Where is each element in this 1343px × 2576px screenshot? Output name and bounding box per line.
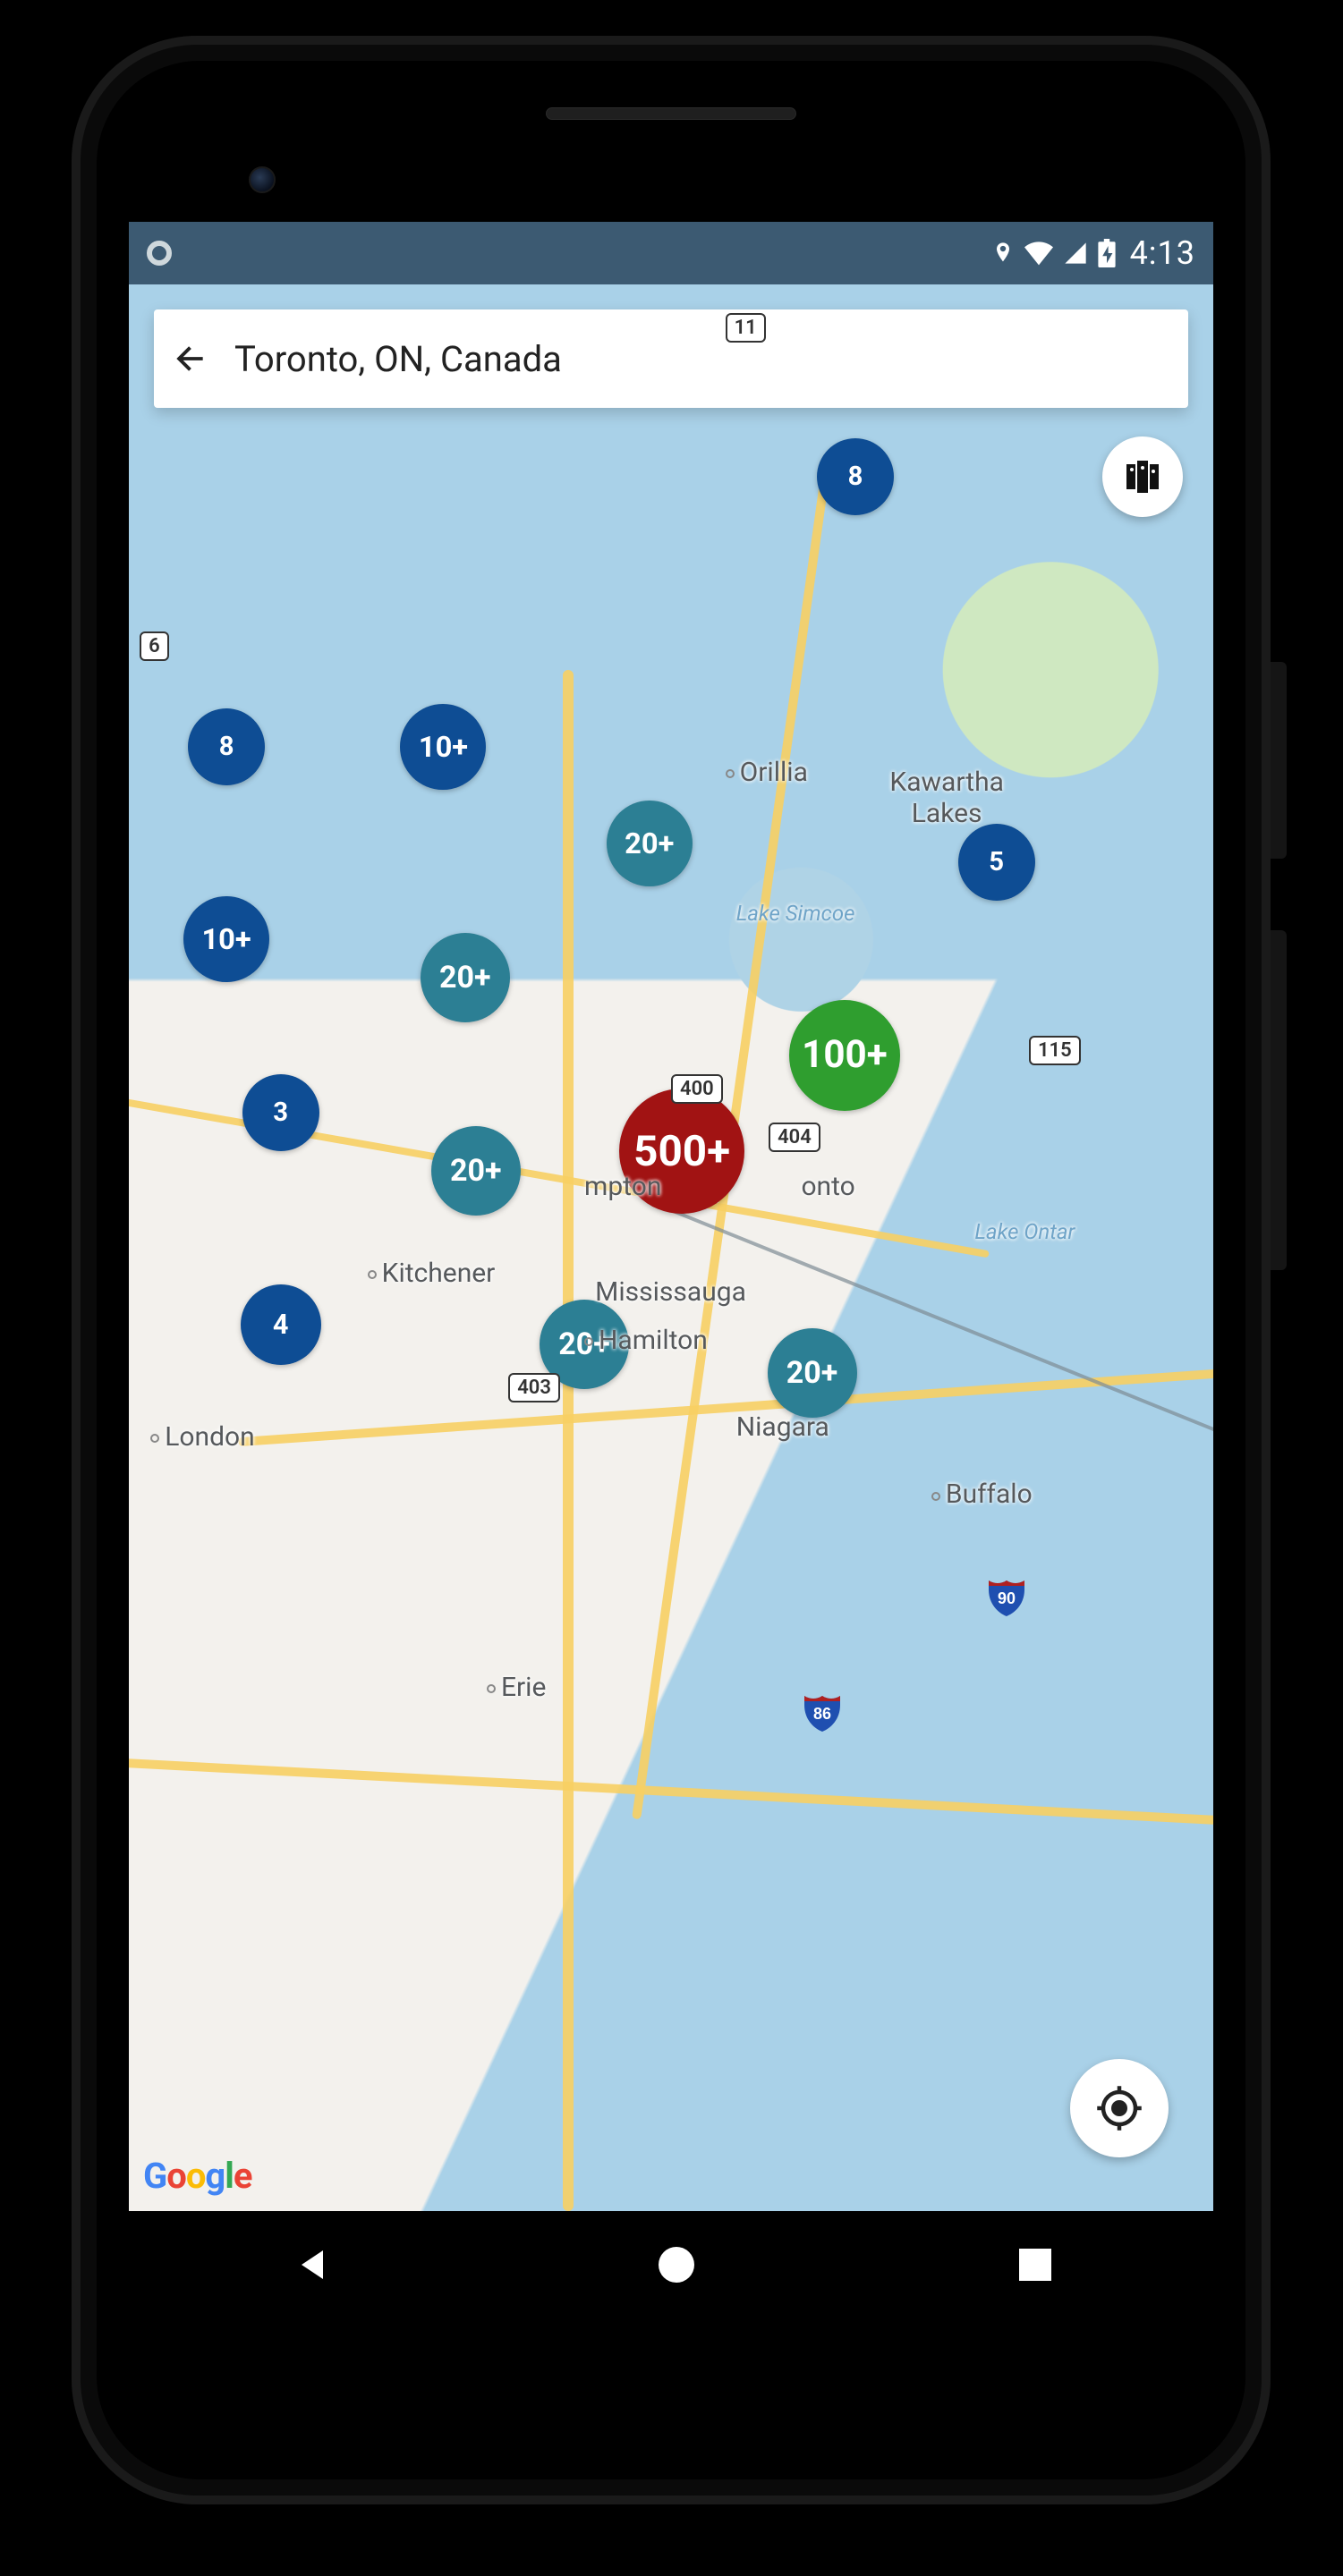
cluster-marker[interactable]: 20+ xyxy=(431,1126,521,1216)
my-location-button[interactable] xyxy=(1070,2059,1169,2157)
cluster-marker[interactable]: 8 xyxy=(188,708,265,785)
city-label: Lake Simcoe xyxy=(736,901,855,926)
cluster-marker[interactable]: 3 xyxy=(242,1074,319,1151)
cluster-marker[interactable]: 20+ xyxy=(607,801,693,886)
nav-back-icon[interactable] xyxy=(291,2243,334,2286)
map-view[interactable]: Toronto, ON, Canada xyxy=(129,284,1213,2211)
city-label: Niagara xyxy=(736,1411,829,1443)
search-bar[interactable]: Toronto, ON, Canada xyxy=(154,309,1188,408)
nav-recents-icon[interactable] xyxy=(1019,2249,1051,2281)
phone-frame: 4:13 Toronto, ON, Canada xyxy=(72,36,1271,2504)
interstate-shield: 90 xyxy=(985,1575,1028,1618)
cluster-marker[interactable]: 20+ xyxy=(421,933,510,1022)
highway-shield: 403 xyxy=(508,1373,560,1402)
cluster-marker[interactable]: 8 xyxy=(817,438,894,515)
cluster-marker[interactable]: 5 xyxy=(958,824,1035,901)
interstate-shield: 86 xyxy=(801,1690,844,1733)
city-label: Kitchener xyxy=(368,1258,496,1289)
city-label: Lake Ontar xyxy=(974,1219,1075,1244)
battery-charging-icon xyxy=(1098,239,1116,267)
map-style-button[interactable] xyxy=(1102,436,1183,517)
nav-home-icon[interactable] xyxy=(659,2247,694,2283)
highway-shield: 11 xyxy=(726,313,766,343)
cluster-marker[interactable]: 10+ xyxy=(400,704,486,790)
city-label: Kawartha Lakes xyxy=(866,767,1027,829)
city-label: Orillia xyxy=(726,757,808,788)
location-icon xyxy=(990,241,1016,266)
road-decoration xyxy=(563,670,574,2211)
cluster-marker[interactable]: 10+ xyxy=(183,896,269,982)
status-clock: 4:13 xyxy=(1130,234,1195,272)
highway-shield: 404 xyxy=(769,1123,820,1152)
screen: 4:13 Toronto, ON, Canada xyxy=(129,222,1213,2318)
city-label: onto xyxy=(801,1171,854,1202)
phone-speaker xyxy=(546,107,796,120)
city-label: London xyxy=(150,1421,254,1453)
status-bar: 4:13 xyxy=(129,222,1213,284)
cluster-marker[interactable]: 100+ xyxy=(789,1000,900,1111)
city-label: mpton xyxy=(584,1171,661,1202)
city-label: Buffalo xyxy=(931,1479,1033,1510)
highway-shield: 400 xyxy=(671,1074,723,1104)
road-decoration xyxy=(129,1756,1213,1827)
back-arrow-icon[interactable] xyxy=(170,339,209,378)
volume-button xyxy=(1271,930,1287,1270)
svg-text:90: 90 xyxy=(998,1589,1016,1607)
cell-signal-icon xyxy=(1062,241,1089,266)
cluster-marker[interactable]: 20+ xyxy=(768,1328,857,1418)
search-query-text: Toronto, ON, Canada xyxy=(234,338,562,380)
city-label: Erie xyxy=(487,1672,546,1703)
wifi-icon xyxy=(1024,241,1053,266)
highway-shield: 6 xyxy=(140,631,169,661)
android-nav-bar xyxy=(129,2211,1213,2318)
road-decoration xyxy=(238,1366,1213,1446)
power-button xyxy=(1271,662,1287,859)
cluster-marker[interactable]: 4 xyxy=(241,1284,321,1365)
crosshair-icon xyxy=(1095,2084,1143,2132)
city-label: Hamilton xyxy=(584,1325,708,1356)
front-camera xyxy=(249,166,276,193)
highway-shield: 115 xyxy=(1029,1036,1081,1065)
google-attribution: Google xyxy=(143,2155,251,2197)
city-label: Mississauga xyxy=(595,1276,746,1308)
map-style-icon xyxy=(1121,455,1164,498)
status-app-icon xyxy=(147,241,172,266)
svg-text:86: 86 xyxy=(813,1705,831,1723)
